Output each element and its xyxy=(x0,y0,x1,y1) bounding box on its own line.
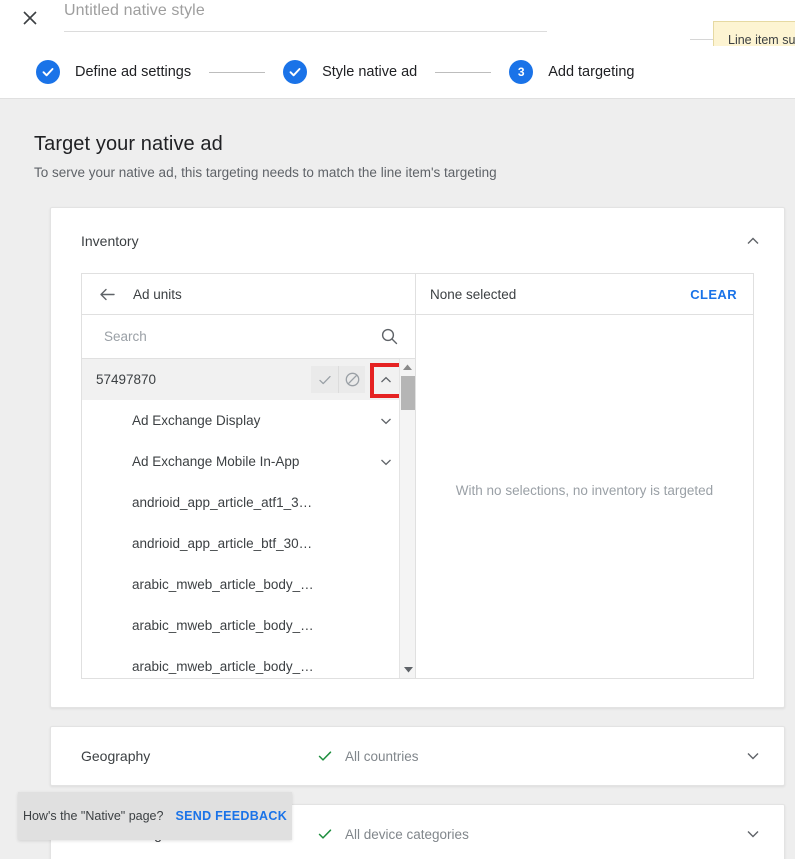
back-arrow-icon[interactable] xyxy=(98,285,117,304)
scrollbar-thumb[interactable] xyxy=(401,376,415,410)
title-field-wrapper: Untitled native style xyxy=(64,0,547,32)
list-item[interactable]: Ad Exchange Mobile In-App xyxy=(82,441,399,482)
step-1-label: Define ad settings xyxy=(75,64,192,80)
search-input[interactable] xyxy=(104,329,380,344)
page-title: Target your native ad xyxy=(34,133,223,155)
list-item[interactable]: andrioid_app_article_btf_30… xyxy=(82,523,399,564)
ad-units-list: 57497870 Ad Exchange Display Ad Exchange… xyxy=(82,359,399,678)
step-define-ad-settings[interactable]: Define ad settings xyxy=(36,60,191,84)
list-item[interactable]: arabic_mweb_article_body_… xyxy=(82,605,399,646)
check-icon xyxy=(317,748,333,764)
selection-pane-header: None selected CLEAR xyxy=(416,274,753,315)
scroll-down-arrow-icon[interactable] xyxy=(400,662,416,678)
ad-unit-name: arabic_mweb_article_body_… xyxy=(132,659,314,674)
step-2-label: Style native ad xyxy=(322,64,418,80)
list-item[interactable]: 57497870 xyxy=(82,359,399,400)
chevron-down-icon[interactable] xyxy=(744,825,762,843)
page-subtitle: To serve your native ad, this targeting … xyxy=(34,165,497,180)
list-item[interactable]: arabic_mweb_article_body_… xyxy=(82,564,399,605)
geography-summary: All countries xyxy=(317,748,744,764)
chevron-down-icon[interactable] xyxy=(373,454,399,470)
ad-unit-name: Ad Exchange Mobile In-App xyxy=(132,454,300,469)
device-categories-summary: All device categories xyxy=(317,826,744,842)
chevron-up-icon[interactable] xyxy=(373,372,399,388)
chevron-up-icon[interactable] xyxy=(744,232,762,250)
page-body: Target your native ad To serve your nati… xyxy=(0,100,795,859)
selection-summary: None selected xyxy=(430,286,517,302)
ad-unit-name: arabic_mweb_article_body_… xyxy=(132,577,314,592)
scroll-up-arrow-icon[interactable] xyxy=(400,359,415,375)
top-bar: Untitled native style xyxy=(0,0,795,46)
ad-units-pane: Ad units 57497870 xyxy=(82,274,416,678)
chevron-down-icon[interactable] xyxy=(744,747,762,765)
title-underline xyxy=(64,31,547,32)
list-item[interactable]: andrioid_app_article_atf1_3… xyxy=(82,482,399,523)
geography-section[interactable]: Geography All countries xyxy=(50,726,785,786)
ad-units-list-wrap: 57497870 Ad Exchange Display Ad Exchange… xyxy=(82,359,415,678)
style-title-input[interactable]: Untitled native style xyxy=(64,2,547,31)
list-item[interactable]: arabic_mweb_article_body_… xyxy=(82,646,399,678)
feedback-question: How's the "Native" page? xyxy=(22,809,164,823)
step-connector-2 xyxy=(435,71,492,73)
inventory-card: Inventory Ad units Search 57497870 Ad Ex… xyxy=(50,207,785,708)
step-3-label: Add targeting xyxy=(548,64,635,80)
chevron-down-icon[interactable] xyxy=(373,413,399,429)
selection-pane: None selected CLEAR With no selections, … xyxy=(416,274,753,678)
ad-unit-name: 57497870 xyxy=(96,372,157,387)
inventory-card-header[interactable]: Inventory xyxy=(51,208,784,273)
step-connector-1 xyxy=(209,71,266,73)
step-1-marker xyxy=(36,60,60,84)
ad-units-label: Ad units xyxy=(133,286,182,302)
step-style-native-ad[interactable]: Style native ad xyxy=(283,60,417,84)
close-icon[interactable] xyxy=(18,6,42,30)
clear-button[interactable]: CLEAR xyxy=(690,287,737,302)
ad-unit-name: arabic_mweb_article_body_… xyxy=(132,618,314,633)
check-icon[interactable] xyxy=(311,366,338,393)
send-feedback-button[interactable]: SEND FEEDBACK xyxy=(175,809,287,823)
ad-unit-actions xyxy=(311,366,373,393)
geography-summary-text: All countries xyxy=(345,748,419,764)
list-item[interactable]: Ad Exchange Display xyxy=(82,400,399,441)
ad-units-scrollbar[interactable] xyxy=(399,359,415,678)
device-categories-summary-text: All device categories xyxy=(345,826,469,842)
inventory-title: Inventory xyxy=(81,232,139,249)
inventory-picker: Ad units 57497870 xyxy=(81,273,754,679)
tooltip-connector xyxy=(690,39,714,40)
native-style-wizard: Untitled native style Line item su Defin… xyxy=(0,0,795,859)
wizard-stepper: Define ad settings Style native ad 3 Add… xyxy=(0,46,795,99)
check-icon xyxy=(317,826,333,842)
block-icon[interactable] xyxy=(338,366,365,393)
step-3-marker: 3 xyxy=(509,60,534,84)
ad-units-pane-header: Ad units xyxy=(82,274,415,315)
step-add-targeting[interactable]: 3 Add targeting xyxy=(509,60,634,84)
ad-unit-name: andrioid_app_article_atf1_3… xyxy=(132,495,313,510)
geography-title: Geography xyxy=(81,748,151,764)
search-icon[interactable] xyxy=(380,327,399,346)
ad-unit-name: andrioid_app_article_btf_30… xyxy=(132,536,313,551)
ad-units-search-row xyxy=(82,315,415,359)
step-2-marker xyxy=(283,60,308,84)
selection-empty-message: With no selections, no inventory is targ… xyxy=(455,483,714,498)
feedback-bar: How's the "Native" page? SEND FEEDBACK xyxy=(18,792,292,840)
ad-unit-name: Ad Exchange Display xyxy=(132,413,261,428)
